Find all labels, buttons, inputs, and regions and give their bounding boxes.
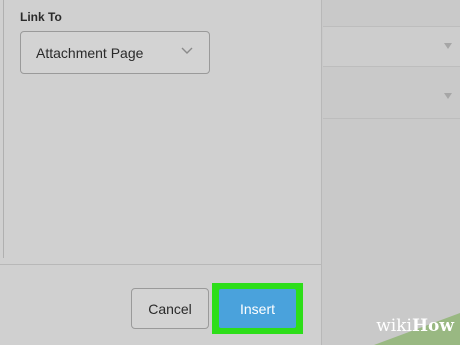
- link-to-selected-value: Attachment Page: [36, 44, 144, 61]
- panel-left-divider: [3, 0, 4, 258]
- chevron-down-icon: [181, 47, 193, 54]
- link-to-label: Link To: [20, 10, 62, 24]
- background-row-divider: [323, 118, 460, 119]
- caret-down-icon: [444, 93, 452, 99]
- background-row-divider: [323, 26, 460, 27]
- background-row-band: [323, 26, 460, 66]
- background-settings-area: [323, 0, 460, 345]
- insert-button[interactable]: Insert: [219, 289, 296, 328]
- footer-divider: [0, 264, 322, 265]
- caret-down-icon: [444, 43, 452, 49]
- background-row-divider: [323, 66, 460, 67]
- link-to-select[interactable]: Attachment Page: [20, 31, 210, 74]
- cancel-button[interactable]: Cancel: [131, 288, 209, 329]
- wikihow-watermark-logo: wikiHow: [376, 316, 454, 336]
